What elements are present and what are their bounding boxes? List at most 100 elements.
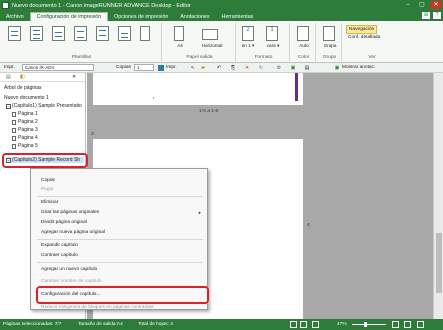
template-icon[interactable] [118,26,131,41]
title-bar: Nuevo documento 1 - Canon imageRUNNER AD… [0,0,443,11]
group-plantillas: Plantillas [2,23,162,61]
color-mode-button[interactable]: Auto [294,43,314,48]
page-label: Página 3 [18,127,38,133]
tree-page[interactable]: Página 3 [12,127,38,133]
template-icon[interactable] [52,26,65,41]
undo-icon[interactable]: ↶ [216,65,222,71]
root-label: Nuevo documento 1 [4,95,49,101]
copies-input[interactable]: 1 [134,64,154,71]
vertical-scrollbar[interactable] [433,73,443,319]
menu-dividir[interactable]: Dividir página original [41,220,87,225]
two-page-icon[interactable] [300,321,307,328]
layout-icon[interactable]: 2 [242,26,254,41]
staple-button[interactable]: Grapa [320,43,340,48]
single-page-icon[interactable] [290,321,297,328]
color-mode-icon[interactable] [297,26,309,41]
menu-pegar[interactable]: Pegar [41,187,54,192]
menu-copiar[interactable]: Copiar [41,178,55,183]
tab-opciones-impresion[interactable]: Opciones de impresión [108,12,174,21]
tree-page[interactable]: Página 1 [12,111,38,117]
page-sheet[interactable]: • [93,73,303,105]
menu-agregar-pagina[interactable]: Agregar nueva página original [41,230,105,235]
zoom-level: 47% [337,322,347,327]
maximize-button[interactable]: ▢ [416,1,428,9]
folder-icon[interactable]: ▰ [200,65,206,71]
close-button[interactable]: ✕ [430,1,442,9]
group-label: Ver [368,55,376,60]
menu-agregar-capitulo[interactable]: Agregar un nuevo capítulo [41,267,97,272]
fit-page-icon[interactable] [404,321,411,328]
group-papel-salida: A4 Horizontal Papel salida [164,23,236,61]
scrollbar-thumb[interactable] [436,233,442,293]
copy-icon[interactable]: ⎘ [230,65,236,71]
tab-herramientas[interactable]: Herramientas [216,12,260,21]
close-pane-icon[interactable]: ✕ [72,74,76,80]
show-annotations-button[interactable]: Mostrar anotac. [342,65,375,70]
orientation-icon[interactable] [202,29,218,40]
zoom-slider[interactable] [352,324,386,325]
navigation-button[interactable]: Navegación [346,25,378,34]
sides-icon[interactable]: 1 [266,26,278,41]
orientation-button[interactable]: Horizontal [192,43,232,48]
page-marker: 4 [307,223,310,228]
tree-page[interactable]: Página 5 [12,143,38,149]
tree-root[interactable]: Nuevo documento 1 [4,95,49,101]
group-label: Grupo [322,55,337,60]
status-bar: Páginas seleccionadas: 7/7 Tamaño de sal… [0,319,443,330]
group-label: Papel salida [186,55,213,60]
fit-width-icon[interactable] [392,321,399,328]
template-icon[interactable] [96,26,109,41]
minimize-button[interactable]: – [402,1,414,9]
zoom-slider-handle[interactable] [364,322,367,327]
template-icon[interactable] [8,26,21,41]
page-range-caption: 1-5 a 1-6 [199,109,219,114]
menu-separator [37,196,203,197]
menu-eliminar[interactable]: Eliminar [41,200,58,205]
menu-contraer[interactable]: Contraer capítulo [41,253,78,258]
tab-anotaciones[interactable]: Anotaciones [174,12,215,21]
template-icon[interactable] [30,26,43,41]
menu-cambiar-nombre[interactable]: Cambiar nombre de capítulo [41,279,102,284]
page-content-strip [295,73,298,101]
layout-unit[interactable]: en 1 ▾ [238,43,258,49]
thumbnail-icon[interactable]: ◧ [20,74,25,80]
tab-options-icon[interactable]: ⊞ [422,12,430,19]
fit-all-icon[interactable] [417,321,424,328]
status-selected: Páginas seleccionadas: 7/7 [3,322,62,327]
pane-toolbar: ▤ ◧ ✕ [0,73,85,82]
staple-icon[interactable] [323,26,335,41]
printer-select[interactable]: Canon iR-ADV [22,64,94,71]
template-icon[interactable] [74,26,87,41]
status-output-size: Tamaño de salida:A4 [78,322,123,327]
menu-reducir-margenes[interactable]: Reducir márgenes de bloques en páginas c… [41,305,154,310]
paper-size-button[interactable]: A4 [168,43,192,48]
tab-configuracion-impresion[interactable]: Configuración de impresión [29,12,109,21]
tab-archivo[interactable]: Archivo [0,12,30,21]
print-icon[interactable] [158,65,164,71]
tree-title: Árbol de páginas [4,85,42,91]
grid-view-icon[interactable] [312,321,319,328]
view-icon[interactable]: ▣ [290,65,296,71]
detailed-settings-button[interactable]: Conf. detallada [346,34,382,41]
arrow-icon[interactable]: ↖ [190,65,196,71]
tree-chapter-1[interactable]: − (Capítulo1) Sample Presentatio [6,103,82,109]
ribbon: Plantillas A4 Horizontal Papel salida 2 … [0,21,443,63]
paper-size-icon[interactable] [174,26,184,41]
layout-icon[interactable]: ▤ [304,65,310,71]
sides-unit[interactable]: cara ▾ [262,43,284,49]
menu-expandir[interactable]: Expandir capítulo [41,243,78,248]
highlight-chapter [2,153,88,168]
menu-girar[interactable]: Girar las páginas originales [41,210,99,215]
help-icon[interactable]: ? [433,12,441,19]
print-button[interactable]: Impr. [166,65,177,70]
template-more-icon[interactable] [140,26,150,41]
app-icon [2,2,9,9]
tree-page[interactable]: Página 2 [12,119,38,125]
show-annotations-icon[interactable]: ▣ [334,65,340,71]
settings-icon[interactable]: ⚙ [276,65,282,71]
tree-view-icon[interactable]: ▤ [6,74,11,80]
rotate-icon[interactable]: ↻ [258,65,264,71]
tree-page[interactable]: Página 4 [12,135,38,141]
collapse-icon[interactable]: − [6,103,11,109]
delete-icon[interactable]: ✕ [244,65,250,71]
